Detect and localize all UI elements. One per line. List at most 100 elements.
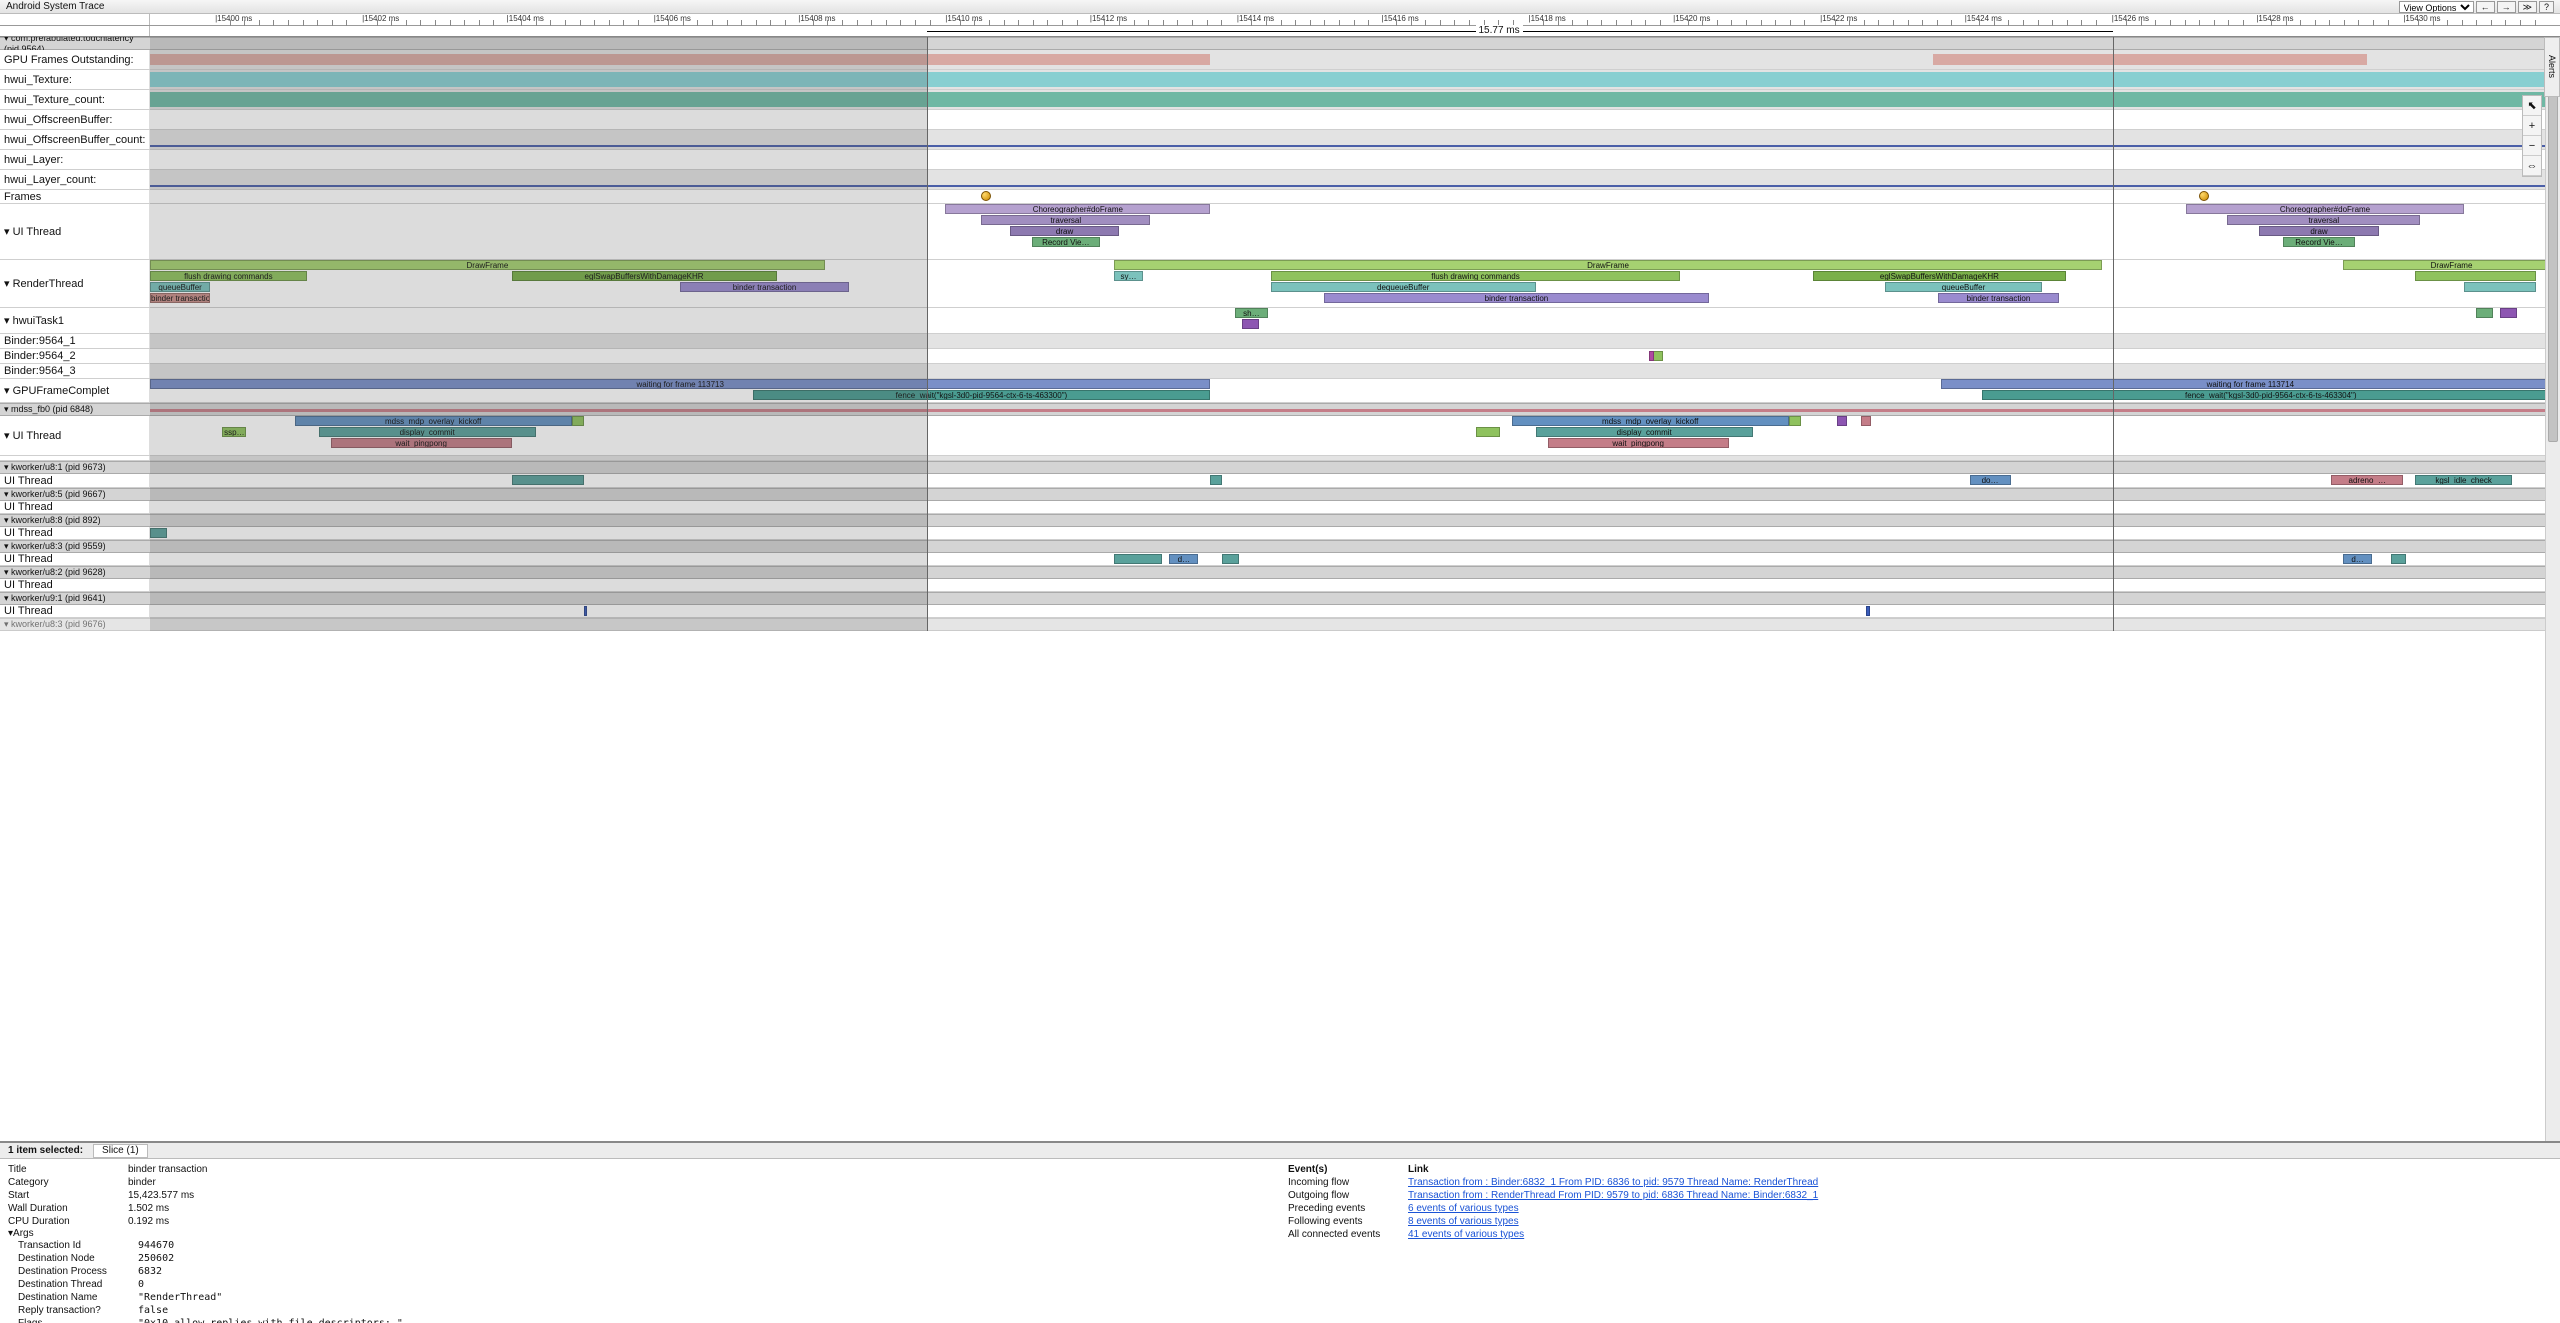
slice[interactable]	[1222, 554, 1239, 564]
process-header[interactable]: ▾ kworker/u8:2 (pid 9628)	[0, 566, 2560, 579]
help-button[interactable]: ?	[2539, 1, 2554, 13]
slice[interactable]: traversal	[2227, 215, 2420, 225]
kworker-ui-track: UI Thread	[0, 579, 2560, 592]
slice[interactable]	[1476, 427, 1500, 437]
slice[interactable]	[2415, 271, 2536, 281]
process-header[interactable]: ▾ kworker/u8:1 (pid 9673)	[0, 461, 2560, 474]
slice[interactable]	[584, 606, 588, 616]
slice[interactable]: wait_pingpong	[331, 438, 512, 448]
slice[interactable]: waiting for frame 113713	[150, 379, 1210, 389]
related-events-table: Event(s)LinkIncoming flowTransaction fro…	[1288, 1163, 1828, 1241]
slice[interactable]: draw	[2259, 226, 2380, 236]
binder-3-track: Binder:9564_3	[0, 364, 2560, 379]
nav-end-button[interactable]: ≫	[2518, 1, 2537, 13]
nav-forward-button[interactable]: →	[2497, 1, 2516, 13]
event-link[interactable]: 41 events of various types	[1408, 1229, 1524, 1240]
frame-dot-icon[interactable]	[981, 191, 991, 201]
vertical-scrollbar[interactable]	[2545, 37, 2560, 1141]
slice[interactable]: ssp…	[222, 427, 246, 437]
titlebar: Android System Trace View Options ← → ≫ …	[0, 0, 2560, 14]
slice[interactable]: eglSwapBuffersWithDamageKHR	[1813, 271, 2066, 281]
nav-back-button[interactable]: ←	[2476, 1, 2495, 13]
frame-dot-icon[interactable]	[2199, 191, 2209, 201]
slice[interactable]: binder transaction	[1938, 293, 2059, 303]
slice[interactable]: kgsl_idle_check	[2415, 475, 2511, 485]
slice[interactable]: queueBuffer	[150, 282, 210, 292]
slice[interactable]	[150, 528, 167, 538]
view-options-select[interactable]: View Options	[2399, 1, 2474, 13]
process-header[interactable]: ▾ com.prefabulated.touchlatency (pid 956…	[0, 37, 2560, 50]
slice[interactable]: do…	[1970, 475, 2011, 485]
slice[interactable]: mdss_mdp_overlay_kickoff	[295, 416, 572, 426]
event-link[interactable]: Transaction from : RenderThread From PID…	[1408, 1190, 1818, 1201]
slice[interactable]	[1649, 351, 1654, 361]
slice[interactable]: binder transaction	[150, 293, 210, 303]
slice[interactable]: fence_wait("kgsl-3d0-pid-9564-ctx-6-ts-4…	[1982, 390, 2560, 400]
details-tab-slice[interactable]: Slice (1)	[93, 1144, 148, 1158]
slice[interactable]: display_commit	[1536, 427, 1753, 437]
marker-gutter	[0, 26, 150, 36]
selection-count: 1 item selected:	[0, 1145, 91, 1156]
slice[interactable]: flush drawing commands	[1271, 271, 1681, 281]
slice[interactable]	[1114, 554, 1162, 564]
slice[interactable]: queueBuffer	[1885, 282, 2042, 292]
tracks-viewport[interactable]: ⬉ + − ⇔ Alerts ▾ com.prefabulated.touchl…	[0, 37, 2560, 1141]
slice[interactable]	[2476, 308, 2493, 318]
slice[interactable]	[1242, 319, 1259, 329]
slice[interactable]: DrawFrame	[150, 260, 825, 270]
event-link[interactable]: 8 events of various types	[1408, 1216, 1519, 1227]
time-ruler[interactable]: |15400 ms|15402 ms|15404 ms|15406 ms|154…	[150, 14, 2560, 25]
pointer-tool[interactable]: ⬉	[2523, 96, 2541, 116]
slice[interactable]: fence_wait("kgsl-3d0-pid-9564-ctx-6-ts-4…	[753, 390, 1211, 400]
process-header[interactable]: ▾ kworker/u8:3 (pid 9559)	[0, 540, 2560, 553]
process-header[interactable]: ▾ mdss_fb0 (pid 6848)	[0, 403, 2560, 416]
process-header[interactable]: ▾ kworker/u9:1 (pid 9641)	[0, 592, 2560, 605]
process-header[interactable]: ▾ kworker/u8:8 (pid 892)	[0, 514, 2560, 527]
slice[interactable]: Choreographer#doFrame	[945, 204, 1210, 214]
slice[interactable]: binder transaction	[1324, 293, 1710, 303]
gpu-frame-completion-track: ▾ GPUFrameComplet waiting for frame 1137…	[0, 379, 2560, 403]
slice[interactable]: display_commit	[319, 427, 536, 437]
slice[interactable]	[1789, 416, 1801, 426]
slice[interactable]: Choreographer#doFrame	[2186, 204, 2463, 214]
slice[interactable]: sh…	[1235, 308, 1269, 318]
slice[interactable]: flush drawing commands	[150, 271, 307, 281]
slice[interactable]: eglSwapBuffersWithDamageKHR	[512, 271, 777, 281]
zoom-out-tool[interactable]: −	[2523, 136, 2541, 156]
slice[interactable]: d…	[2343, 554, 2372, 564]
slice[interactable]: Record Vie…	[2283, 237, 2355, 247]
slice[interactable]: dequeueBuffer	[1271, 282, 1536, 292]
process-header[interactable]: ▾ kworker/u8:5 (pid 9667)	[0, 488, 2560, 501]
scrollbar-thumb[interactable]	[2548, 42, 2558, 442]
slice[interactable]	[572, 416, 584, 426]
slice[interactable]: d…	[1169, 554, 1198, 564]
process-header[interactable]: ▾ kworker/u8:3 (pid 9676)	[0, 618, 2560, 631]
slice[interactable]	[2500, 308, 2517, 318]
pan-tool[interactable]: ⇔	[2523, 156, 2541, 176]
slice[interactable]: DrawFrame	[2343, 260, 2560, 270]
slice[interactable]	[1210, 475, 1222, 485]
slice[interactable]: draw	[1010, 226, 1118, 236]
slice[interactable]: Record Vie…	[1032, 237, 1099, 247]
slice[interactable]: traversal	[981, 215, 1150, 225]
args-toggle[interactable]: ▾Args	[8, 1228, 1272, 1239]
slice[interactable]	[1861, 416, 1871, 426]
slice[interactable]: DrawFrame	[1114, 260, 2102, 270]
slice[interactable]: mdss_mdp_overlay_kickoff	[1512, 416, 1789, 426]
slice[interactable]: binder transaction	[680, 282, 849, 292]
app-title: Android System Trace	[6, 1, 104, 12]
slice[interactable]	[1837, 416, 1847, 426]
event-link[interactable]: 6 events of various types	[1408, 1203, 1519, 1214]
slice[interactable]: wait_pingpong	[1548, 438, 1729, 448]
slice[interactable]: waiting for frame 113714	[1941, 379, 2560, 389]
event-link[interactable]: Transaction from : Binder:6832_1 From PI…	[1408, 1177, 1818, 1188]
slice[interactable]	[2464, 282, 2536, 292]
slice[interactable]	[1866, 606, 1870, 616]
slice[interactable]: adreno_…	[2331, 475, 2403, 485]
slice[interactable]	[2391, 554, 2405, 564]
zoom-in-tool[interactable]: +	[2523, 116, 2541, 136]
slice[interactable]: sy…	[1114, 271, 1143, 281]
slice[interactable]	[512, 475, 584, 485]
alerts-tab[interactable]: Alerts	[2544, 37, 2560, 97]
ruler-gutter	[0, 14, 150, 25]
